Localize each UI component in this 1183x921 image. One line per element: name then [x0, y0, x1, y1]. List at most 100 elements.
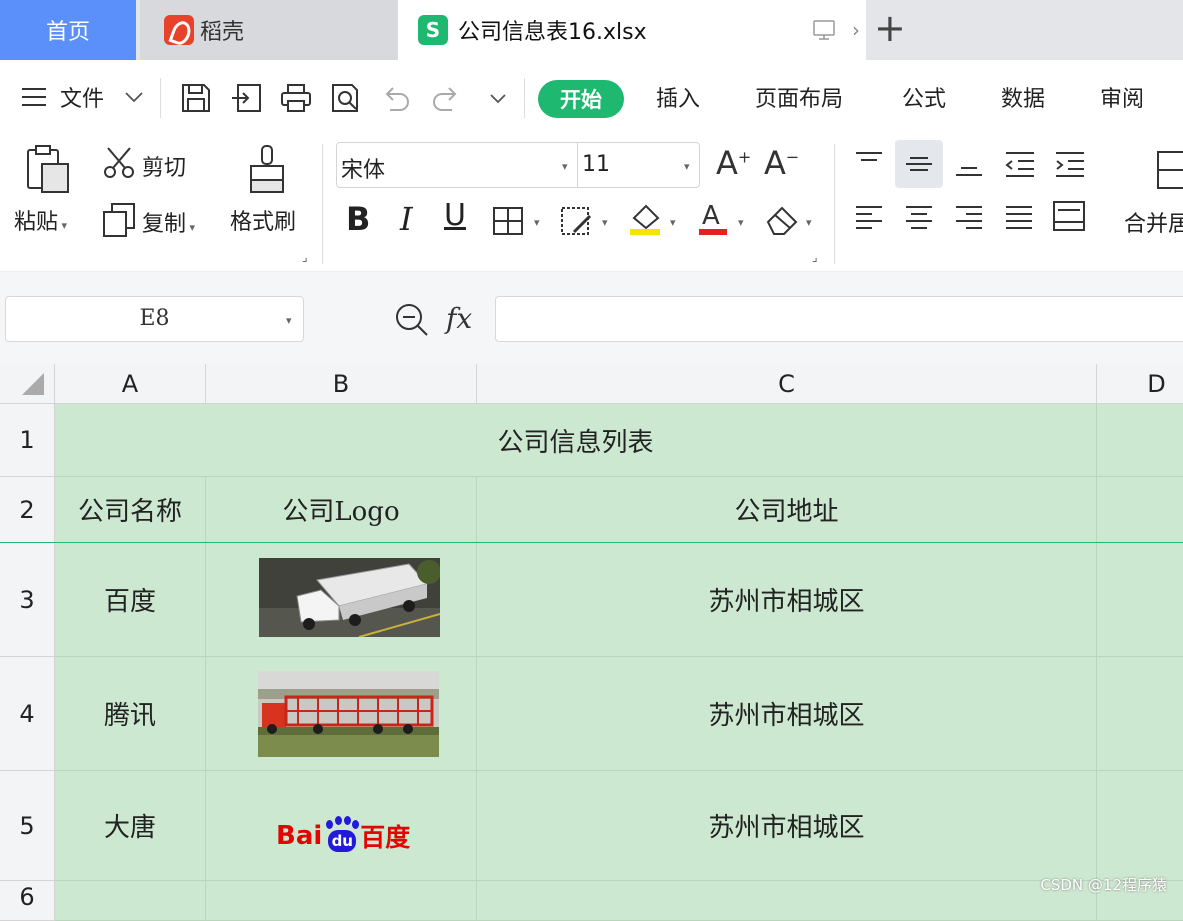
- italic-icon[interactable]: I: [400, 200, 413, 238]
- font-name-select[interactable]: 宋体: [336, 142, 578, 188]
- align-top-icon[interactable]: [854, 150, 884, 178]
- paste-icon[interactable]: [24, 144, 72, 194]
- select-all-corner[interactable]: [0, 364, 55, 404]
- borders-icon[interactable]: [492, 206, 526, 236]
- tab-insert[interactable]: 插入: [656, 60, 700, 134]
- column-header-d[interactable]: D: [1097, 364, 1183, 404]
- eraser-caret-icon[interactable]: ▾: [806, 216, 812, 229]
- name-box-caret-icon[interactable]: ▾: [286, 314, 292, 327]
- zoom-search-icon[interactable]: [394, 302, 430, 338]
- cell-a6[interactable]: [55, 881, 206, 921]
- align-left-icon[interactable]: [854, 204, 884, 232]
- cell-style-caret-icon[interactable]: ▾: [602, 216, 608, 229]
- align-right-icon[interactable]: [954, 204, 984, 232]
- row-header-2[interactable]: 2: [0, 477, 55, 543]
- table-cell-name[interactable]: 百度: [55, 543, 206, 657]
- red-truck-photo-image[interactable]: [258, 671, 439, 757]
- tab-page-layout[interactable]: 页面布局: [755, 60, 843, 134]
- font-color-caret-icon[interactable]: ▾: [738, 216, 744, 229]
- cell-d2[interactable]: [1097, 477, 1183, 543]
- formula-input[interactable]: [495, 296, 1183, 342]
- fill-color-caret-icon[interactable]: ▾: [670, 216, 676, 229]
- undo-icon[interactable]: [380, 84, 412, 112]
- chevron-right-icon[interactable]: ›: [852, 18, 860, 42]
- redo-icon[interactable]: [430, 84, 462, 112]
- increase-indent-icon[interactable]: [1054, 150, 1086, 178]
- copy-button[interactable]: 复制 ▾: [142, 206, 195, 238]
- format-painter-button[interactable]: 格式刷: [230, 204, 296, 236]
- tab-home[interactable]: 首页: [0, 0, 136, 60]
- table-cell-name[interactable]: 腾讯: [55, 657, 206, 771]
- tab-data[interactable]: 数据: [1001, 60, 1045, 134]
- decrease-indent-icon[interactable]: [1004, 150, 1036, 178]
- cell-d3[interactable]: [1097, 543, 1183, 657]
- table-cell-address[interactable]: 苏州市相城区: [477, 657, 1097, 771]
- name-box[interactable]: E8: [5, 296, 304, 342]
- tab-daoke[interactable]: 稻壳: [140, 0, 398, 60]
- paste-button[interactable]: 粘贴 ▾: [14, 204, 67, 236]
- justify-icon[interactable]: [1004, 204, 1034, 232]
- new-tab-plus-icon[interactable]: +: [874, 8, 906, 48]
- decrease-font-icon[interactable]: A−: [764, 144, 799, 182]
- export-icon[interactable]: [230, 82, 264, 114]
- row-header-5[interactable]: 5: [0, 771, 55, 881]
- align-bottom-icon[interactable]: [954, 150, 984, 178]
- table-cell-name[interactable]: 大唐: [55, 771, 206, 881]
- title-cell[interactable]: 公司信息列表: [55, 404, 1097, 477]
- cut-button[interactable]: 剪切: [142, 150, 186, 182]
- merge-center-button[interactable]: 合并居: [1124, 206, 1183, 238]
- tab-spreadsheet[interactable]: S 公司信息表16.xlsx: [398, 0, 866, 60]
- row-header-4[interactable]: 4: [0, 657, 55, 771]
- monitor-icon[interactable]: [812, 18, 836, 42]
- row-header-6[interactable]: 6: [0, 881, 55, 921]
- print-preview-icon[interactable]: [330, 82, 362, 114]
- font-dialog-launcher-icon[interactable]: ⌟: [812, 250, 818, 264]
- truck-photo-image[interactable]: [259, 558, 440, 637]
- underline-icon[interactable]: U: [444, 198, 466, 233]
- baidu-logo[interactable]: Bai du 百度: [276, 814, 422, 858]
- hamburger-menu-icon[interactable]: [20, 86, 48, 108]
- column-header-c[interactable]: C: [477, 364, 1097, 404]
- distribute-icon[interactable]: [1052, 200, 1086, 232]
- merge-cells-icon[interactable]: [1156, 150, 1183, 190]
- column-header-a[interactable]: A: [55, 364, 206, 404]
- header-cell-logo[interactable]: 公司Logo: [206, 477, 477, 543]
- scissors-icon[interactable]: [102, 146, 136, 180]
- table-cell-address[interactable]: 苏州市相城区: [477, 543, 1097, 657]
- cell-d1[interactable]: [1097, 404, 1183, 477]
- increase-font-icon[interactable]: A+: [716, 144, 751, 182]
- copy-icon[interactable]: [102, 202, 136, 238]
- align-center-icon[interactable]: [904, 204, 934, 232]
- cell-d4[interactable]: [1097, 657, 1183, 771]
- function-icon[interactable]: fx: [446, 302, 472, 335]
- row-header-3[interactable]: 3: [0, 543, 55, 657]
- format-painter-icon[interactable]: [248, 144, 286, 194]
- table-cell-address[interactable]: 苏州市相城区: [477, 771, 1097, 881]
- cell-c6[interactable]: [477, 881, 1097, 921]
- file-menu[interactable]: 文件: [60, 60, 104, 134]
- font-color-icon[interactable]: A: [698, 200, 728, 236]
- font-size-select[interactable]: 11: [578, 142, 700, 188]
- company-address: 苏州市相城区: [708, 581, 864, 618]
- eraser-icon[interactable]: [764, 204, 800, 236]
- tab-formula[interactable]: 公式: [902, 60, 946, 134]
- font-name-caret-icon[interactable]: ▾: [562, 160, 568, 173]
- chevron-down-icon[interactable]: [124, 90, 144, 104]
- font-size-caret-icon[interactable]: ▾: [684, 160, 690, 173]
- bold-icon[interactable]: B: [346, 200, 370, 238]
- cell-d5[interactable]: [1097, 771, 1183, 881]
- borders-caret-icon[interactable]: ▾: [534, 216, 540, 229]
- clipboard-dialog-launcher-icon[interactable]: ⌟: [302, 250, 308, 264]
- row-header-1[interactable]: 1: [0, 404, 55, 477]
- cell-style-icon[interactable]: [560, 206, 596, 238]
- cell-b6[interactable]: [206, 881, 477, 921]
- header-cell-name[interactable]: 公司名称: [55, 477, 206, 543]
- tab-start[interactable]: 开始: [538, 80, 624, 118]
- column-header-b[interactable]: B: [206, 364, 477, 404]
- print-icon[interactable]: [280, 82, 312, 114]
- header-cell-address[interactable]: 公司地址: [477, 477, 1097, 543]
- fill-color-icon[interactable]: [628, 200, 664, 236]
- more-chevron-icon[interactable]: [488, 92, 508, 106]
- tab-review[interactable]: 审阅: [1100, 60, 1144, 134]
- save-icon[interactable]: [180, 82, 212, 114]
